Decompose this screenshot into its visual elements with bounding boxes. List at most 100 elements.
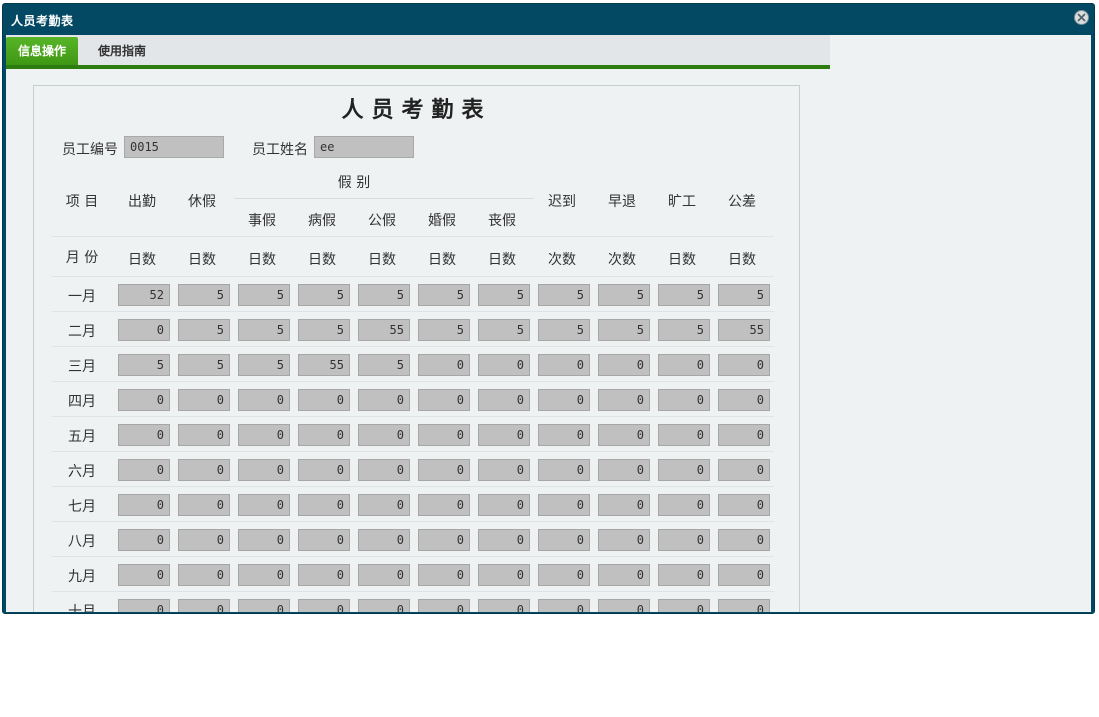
attendance-value-field[interactable]: 0 bbox=[178, 599, 230, 612]
attendance-value-field[interactable]: 0 bbox=[238, 459, 290, 481]
attendance-value-field[interactable]: 0 bbox=[418, 599, 470, 612]
attendance-value-field[interactable]: 0 bbox=[178, 424, 230, 446]
attendance-value-field[interactable]: 0 bbox=[598, 354, 650, 376]
attendance-value-field[interactable]: 5 bbox=[418, 284, 470, 306]
attendance-value-field[interactable]: 0 bbox=[238, 564, 290, 586]
attendance-value-field[interactable]: 5 bbox=[658, 319, 710, 341]
attendance-value-field[interactable]: 5 bbox=[718, 284, 770, 306]
attendance-value-field[interactable]: 0 bbox=[418, 459, 470, 481]
attendance-value-field[interactable]: 0 bbox=[298, 459, 350, 481]
attendance-value-field[interactable]: 0 bbox=[238, 529, 290, 551]
attendance-value-field[interactable]: 0 bbox=[538, 424, 590, 446]
attendance-value-field[interactable]: 0 bbox=[478, 599, 530, 612]
attendance-value-field[interactable]: 0 bbox=[298, 389, 350, 411]
attendance-value-field[interactable]: 0 bbox=[658, 459, 710, 481]
attendance-value-field[interactable]: 0 bbox=[298, 564, 350, 586]
attendance-value-field[interactable]: 0 bbox=[718, 599, 770, 612]
attendance-value-field[interactable]: 5 bbox=[298, 319, 350, 341]
attendance-value-field[interactable]: 0 bbox=[178, 389, 230, 411]
attendance-value-field[interactable]: 55 bbox=[718, 319, 770, 341]
attendance-value-field[interactable]: 5 bbox=[178, 319, 230, 341]
attendance-value-field[interactable]: 0 bbox=[478, 354, 530, 376]
attendance-value-field[interactable]: 0 bbox=[718, 529, 770, 551]
attendance-value-field[interactable]: 0 bbox=[118, 459, 170, 481]
attendance-value-field[interactable]: 0 bbox=[478, 389, 530, 411]
tab-info-operation[interactable]: 信息操作 bbox=[6, 37, 79, 65]
attendance-value-field[interactable]: 0 bbox=[538, 459, 590, 481]
attendance-value-field[interactable]: 5 bbox=[478, 284, 530, 306]
attendance-value-field[interactable]: 5 bbox=[118, 354, 170, 376]
tab-user-guide[interactable]: 使用指南 bbox=[86, 37, 158, 65]
attendance-value-field[interactable]: 0 bbox=[118, 319, 170, 341]
attendance-value-field[interactable]: 5 bbox=[478, 319, 530, 341]
attendance-value-field[interactable]: 0 bbox=[418, 564, 470, 586]
attendance-value-field[interactable]: 0 bbox=[598, 459, 650, 481]
attendance-value-field[interactable]: 0 bbox=[598, 494, 650, 516]
attendance-value-field[interactable]: 0 bbox=[118, 529, 170, 551]
attendance-value-field[interactable]: 0 bbox=[358, 599, 410, 612]
attendance-value-field[interactable]: 0 bbox=[298, 599, 350, 612]
attendance-value-field[interactable]: 5 bbox=[598, 319, 650, 341]
attendance-value-field[interactable]: 0 bbox=[658, 354, 710, 376]
attendance-value-field[interactable]: 0 bbox=[358, 529, 410, 551]
attendance-value-field[interactable]: 0 bbox=[598, 424, 650, 446]
attendance-value-field[interactable]: 55 bbox=[358, 319, 410, 341]
attendance-value-field[interactable]: 0 bbox=[598, 599, 650, 612]
attendance-value-field[interactable]: 0 bbox=[118, 389, 170, 411]
attendance-value-field[interactable]: 0 bbox=[238, 389, 290, 411]
attendance-value-field[interactable]: 0 bbox=[478, 494, 530, 516]
attendance-value-field[interactable]: 0 bbox=[358, 424, 410, 446]
attendance-value-field[interactable]: 0 bbox=[598, 389, 650, 411]
attendance-value-field[interactable]: 0 bbox=[418, 389, 470, 411]
attendance-value-field[interactable]: 0 bbox=[478, 459, 530, 481]
attendance-value-field[interactable]: 0 bbox=[358, 564, 410, 586]
attendance-value-field[interactable]: 0 bbox=[718, 424, 770, 446]
attendance-value-field[interactable]: 0 bbox=[478, 424, 530, 446]
attendance-value-field[interactable]: 0 bbox=[178, 494, 230, 516]
employee-id-field[interactable]: 0015 bbox=[124, 136, 224, 158]
attendance-value-field[interactable]: 0 bbox=[238, 494, 290, 516]
attendance-value-field[interactable]: 0 bbox=[658, 599, 710, 612]
attendance-value-field[interactable]: 0 bbox=[418, 424, 470, 446]
attendance-value-field[interactable]: 0 bbox=[538, 354, 590, 376]
attendance-value-field[interactable]: 0 bbox=[718, 354, 770, 376]
attendance-value-field[interactable]: 5 bbox=[178, 284, 230, 306]
attendance-value-field[interactable]: 0 bbox=[178, 529, 230, 551]
attendance-value-field[interactable]: 5 bbox=[298, 284, 350, 306]
attendance-value-field[interactable]: 0 bbox=[538, 564, 590, 586]
attendance-value-field[interactable]: 5 bbox=[658, 284, 710, 306]
attendance-value-field[interactable]: 0 bbox=[178, 564, 230, 586]
employee-name-field[interactable]: ee bbox=[314, 136, 414, 158]
attendance-value-field[interactable]: 0 bbox=[538, 529, 590, 551]
attendance-value-field[interactable]: 5 bbox=[538, 319, 590, 341]
attendance-value-field[interactable]: 5 bbox=[598, 284, 650, 306]
attendance-value-field[interactable]: 55 bbox=[298, 354, 350, 376]
attendance-value-field[interactable]: 0 bbox=[118, 424, 170, 446]
attendance-value-field[interactable]: 5 bbox=[358, 284, 410, 306]
attendance-value-field[interactable]: 0 bbox=[358, 494, 410, 516]
attendance-value-field[interactable]: 0 bbox=[418, 494, 470, 516]
attendance-value-field[interactable]: 0 bbox=[418, 529, 470, 551]
attendance-value-field[interactable]: 52 bbox=[118, 284, 170, 306]
attendance-value-field[interactable]: 0 bbox=[118, 564, 170, 586]
attendance-value-field[interactable]: 5 bbox=[358, 354, 410, 376]
attendance-value-field[interactable]: 0 bbox=[538, 494, 590, 516]
attendance-value-field[interactable]: 0 bbox=[478, 564, 530, 586]
attendance-value-field[interactable]: 5 bbox=[418, 319, 470, 341]
attendance-value-field[interactable]: 5 bbox=[238, 319, 290, 341]
attendance-value-field[interactable]: 0 bbox=[358, 459, 410, 481]
attendance-value-field[interactable]: 0 bbox=[538, 389, 590, 411]
attendance-value-field[interactable]: 0 bbox=[298, 529, 350, 551]
attendance-value-field[interactable]: 0 bbox=[538, 599, 590, 612]
attendance-value-field[interactable]: 0 bbox=[598, 564, 650, 586]
attendance-value-field[interactable]: 0 bbox=[718, 389, 770, 411]
attendance-value-field[interactable]: 0 bbox=[238, 424, 290, 446]
attendance-value-field[interactable]: 0 bbox=[718, 564, 770, 586]
attendance-value-field[interactable]: 0 bbox=[718, 494, 770, 516]
attendance-value-field[interactable]: 0 bbox=[118, 494, 170, 516]
attendance-value-field[interactable]: 5 bbox=[178, 354, 230, 376]
attendance-value-field[interactable]: 0 bbox=[658, 389, 710, 411]
attendance-value-field[interactable]: 0 bbox=[178, 459, 230, 481]
attendance-value-field[interactable]: 0 bbox=[658, 564, 710, 586]
attendance-value-field[interactable]: 0 bbox=[478, 529, 530, 551]
